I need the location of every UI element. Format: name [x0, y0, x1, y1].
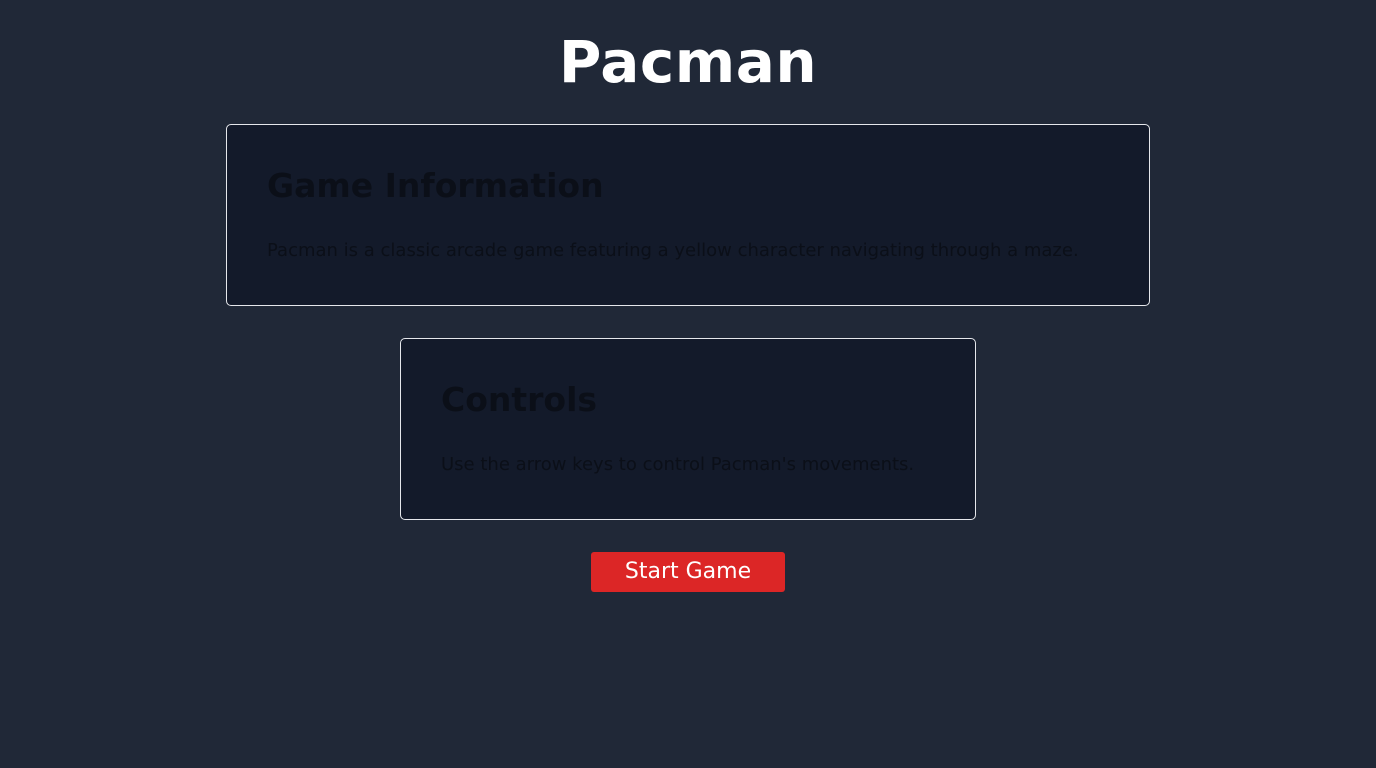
game-information-heading: Game Information [267, 166, 604, 205]
page-title: Pacman [558, 28, 818, 96]
controls-text: Use the arrow keys to control Pacman's m… [441, 454, 915, 475]
start-game-button[interactable]: Start Game [591, 552, 785, 592]
game-information-card: Game Information Pacman is a classic arc… [226, 124, 1150, 306]
page: Pacman Game Information Pacman is a clas… [0, 0, 1376, 768]
controls-heading: Controls [441, 380, 598, 419]
controls-card: Controls Use the arrow keys to control P… [400, 338, 976, 520]
game-information-text: Pacman is a classic arcade game featurin… [267, 240, 1079, 261]
